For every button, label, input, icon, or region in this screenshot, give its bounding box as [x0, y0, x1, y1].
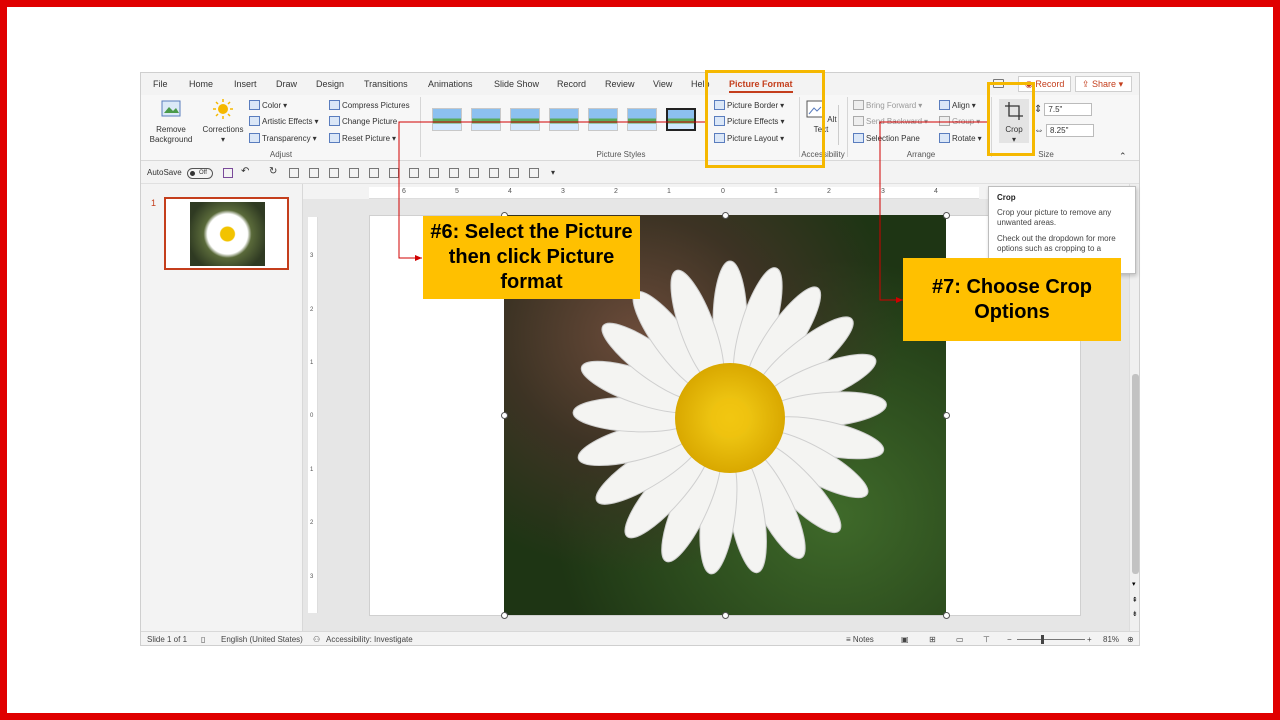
- callout-step7: #7: Choose Crop Options: [903, 258, 1121, 341]
- leader-lines: [398, 121, 987, 303]
- arrowhead-icon: [415, 255, 422, 261]
- arrowhead-icon: [896, 297, 903, 303]
- callout-step6: #6: Select the Picture then click Pictur…: [423, 216, 640, 299]
